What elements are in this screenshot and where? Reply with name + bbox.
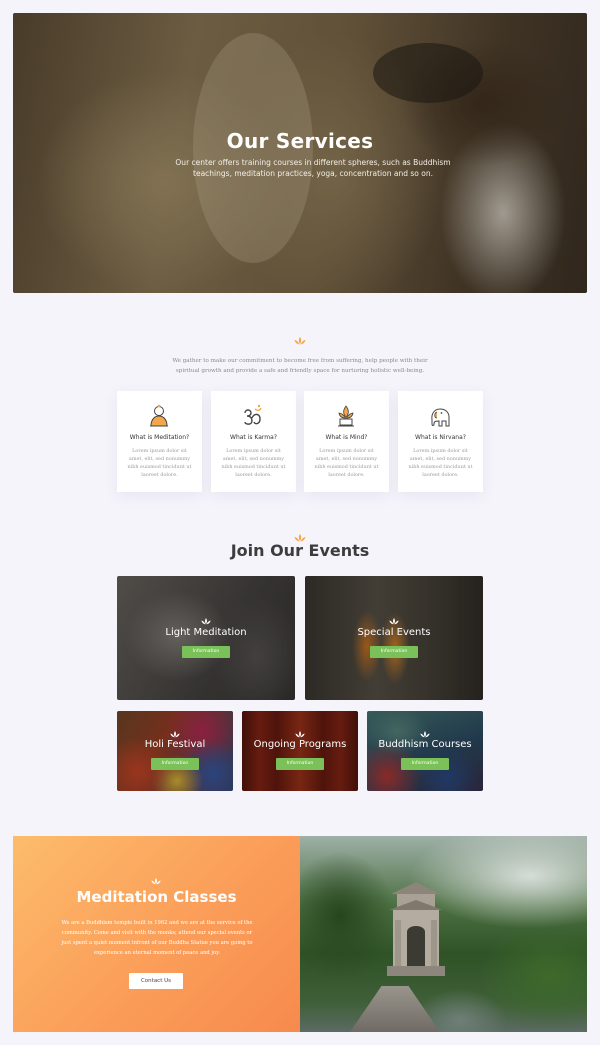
event-label: Buddhism Courses: [378, 739, 472, 750]
temple-path: [350, 986, 440, 1032]
event-buddhism-courses[interactable]: Buddhism Courses Information: [367, 711, 483, 791]
information-button[interactable]: Information: [276, 758, 324, 770]
lotus-candle-icon: [338, 405, 354, 427]
contact-us-button[interactable]: Contact Us: [129, 973, 183, 989]
hero-title: Our Services: [226, 129, 374, 153]
card-title: What is Nirvana?: [415, 434, 466, 441]
meditation-title: Meditation Classes: [76, 888, 237, 906]
lotus-icon: [201, 618, 211, 625]
card-title: What is Mind?: [325, 434, 368, 441]
card-text: Lorem ipsum dolor sit amet, elit, sed no…: [408, 448, 473, 478]
lotus-icon: [295, 731, 305, 738]
lotus-icon: [170, 731, 180, 738]
om-icon: [244, 404, 262, 425]
card-text: Lorem ipsum dolor sit amet, elit, sed no…: [314, 448, 379, 478]
lotus-icon: [294, 337, 306, 345]
card-karma[interactable]: What is Karma? Lorem ipsum dolor sit ame…: [211, 391, 296, 492]
card-meditation[interactable]: What is Meditation? Lorem ipsum dolor si…: [117, 391, 202, 492]
event-label: Holi Festival: [144, 739, 206, 750]
information-button[interactable]: Information: [401, 758, 449, 770]
card-mind[interactable]: What is Mind? Lorem ipsum dolor sit amet…: [304, 391, 389, 492]
temple-image: [300, 836, 587, 1032]
card-text: Lorem ipsum dolor sit amet, elit, sed no…: [221, 448, 286, 478]
information-button[interactable]: Information: [370, 646, 418, 658]
hero-image-detail: [373, 43, 483, 103]
meditation-text: We are a Buddhism temple built in 1962 a…: [61, 920, 253, 956]
event-ongoing-programs[interactable]: Ongoing Programs Information: [242, 711, 358, 791]
card-text: Lorem ipsum dolor sit amet, elit, sed no…: [127, 448, 192, 478]
lotus-icon: [294, 534, 306, 542]
event-label: Ongoing Programs: [253, 739, 347, 750]
services-hero: Our Services Our center offers training …: [13, 13, 587, 293]
meditation-classes-panel: Meditation Classes We are a Buddhism tem…: [13, 836, 300, 1032]
event-special-events[interactable]: Special Events Information: [305, 576, 483, 700]
card-title: What is Meditation?: [129, 434, 190, 441]
information-button[interactable]: Information: [182, 646, 230, 658]
events-title: Join Our Events: [230, 541, 370, 560]
buddha-icon: [150, 404, 168, 427]
lotus-icon: [420, 731, 430, 738]
card-nirvana[interactable]: What is Nirvana? Lorem ipsum dolor sit a…: [398, 391, 483, 492]
elephant-icon: [431, 408, 450, 427]
event-label: Light Meditation: [165, 627, 247, 638]
temple-gate: [387, 882, 445, 976]
card-title: What is Karma?: [230, 434, 277, 441]
event-label: Special Events: [357, 627, 431, 638]
hero-subtitle: Our center offers training courses in di…: [175, 158, 451, 178]
lotus-icon: [389, 618, 399, 625]
information-button[interactable]: Information: [151, 758, 199, 770]
event-light-meditation[interactable]: Light Meditation Information: [117, 576, 295, 700]
intro-text: We gather to make our commitment to beco…: [172, 358, 428, 374]
event-holi-festival[interactable]: Holi Festival Information: [117, 711, 233, 791]
lotus-icon: [151, 878, 161, 885]
